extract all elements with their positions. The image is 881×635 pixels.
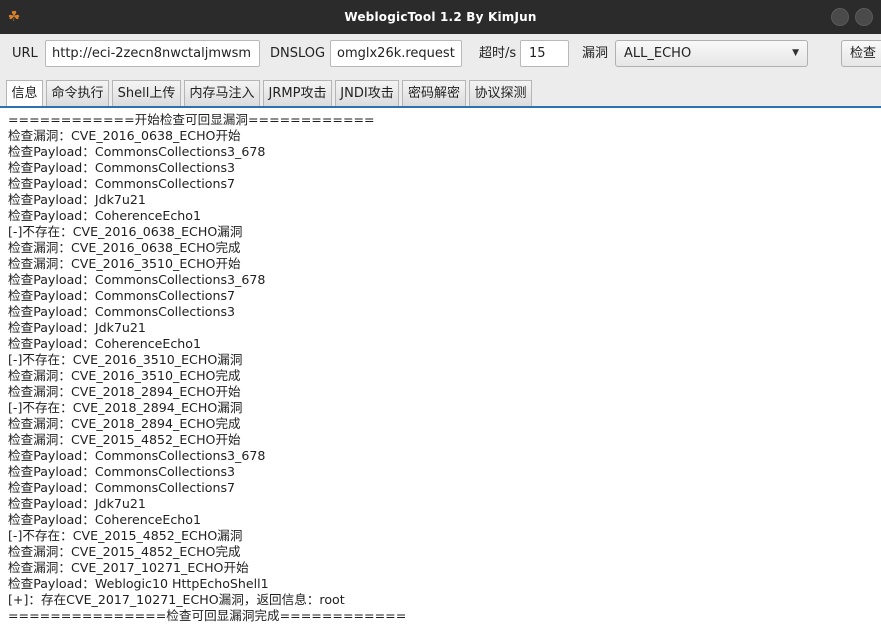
log-line: [-]不存在：CVE_2016_3510_ECHO漏洞: [8, 352, 243, 367]
log-line: [+]：存在CVE_2017_10271_ECHO漏洞，返回信息：root: [8, 592, 345, 607]
toolbar: URL http://eci-2zecn8nwctaljmwsm DNSLOG …: [0, 34, 881, 74]
log-line: 检查Payload：CommonsCollections7: [8, 288, 236, 303]
tab-password-decrypt[interactable]: 密码解密: [402, 80, 466, 106]
log-line: 检查漏洞：CVE_2016_0638_ECHO开始: [8, 128, 241, 143]
log-line: 检查Payload：CommonsCollections3_678: [8, 144, 266, 159]
log-line: 检查漏洞：CVE_2015_4852_ECHO开始: [8, 432, 241, 447]
log-line: [-]不存在：CVE_2016_0638_ECHO漏洞: [8, 224, 243, 239]
window-title: WeblogicTool 1.2 By KimJun: [344, 10, 537, 24]
timeout-label: 超时/s: [479, 46, 517, 61]
log-line: 检查漏洞：CVE_2017_10271_ECHO开始: [8, 560, 249, 575]
log-line: 检查漏洞：CVE_2018_2894_ECHO开始: [8, 384, 241, 399]
url-input[interactable]: http://eci-2zecn8nwctaljmwsm: [45, 40, 260, 67]
minimize-button[interactable]: [831, 8, 849, 26]
log-line: ============开始检查可回显漏洞============: [8, 112, 375, 127]
tab-memshell-inject[interactable]: 内存马注入: [184, 80, 260, 106]
log-line: 检查Payload：Jdk7u21: [8, 496, 146, 511]
dnslog-input[interactable]: omglx26k.request: [330, 40, 462, 67]
log-line: 检查Payload：CoherenceEcho1: [8, 512, 202, 527]
log-line: 检查漏洞：CVE_2018_2894_ECHO完成: [8, 416, 241, 431]
log-line: 检查Payload：Weblogic10 HttpEchoShell1: [8, 576, 269, 591]
tab-jndi-attack[interactable]: JNDI攻击: [335, 80, 399, 106]
check-button[interactable]: 检查: [841, 40, 881, 67]
tab-info[interactable]: 信息: [6, 80, 43, 106]
log-line: [-]不存在：CVE_2018_2894_ECHO漏洞: [8, 400, 243, 415]
vuln-label: 漏洞: [582, 46, 609, 61]
tab-command-exec[interactable]: 命令执行: [46, 80, 109, 106]
log-line: 检查Payload：CommonsCollections3_678: [8, 448, 266, 463]
log-line: 检查Payload：Jdk7u21: [8, 192, 146, 207]
log-line: 检查漏洞：CVE_2016_3510_ECHO开始: [8, 256, 241, 271]
vuln-select-value: ALL_ECHO: [624, 46, 692, 61]
log-line: 检查Payload：CommonsCollections7: [8, 176, 236, 191]
log-line: 检查Payload：CommonsCollections3: [8, 160, 236, 175]
dnslog-label: DNSLOG: [270, 46, 326, 61]
log-output[interactable]: ============开始检查可回显漏洞============ 检查漏洞：CV…: [0, 108, 881, 635]
log-line: 检查Payload：CommonsCollections3: [8, 304, 236, 319]
title-bar: ☘ WeblogicTool 1.2 By KimJun: [0, 0, 881, 34]
log-line: 检查Payload：Jdk7u21: [8, 320, 146, 335]
log-line: 检查Payload：CoherenceEcho1: [8, 208, 202, 223]
tab-jrmp-attack[interactable]: JRMP攻击: [263, 80, 332, 106]
maximize-button[interactable]: [855, 8, 873, 26]
log-line: 检查漏洞：CVE_2015_4852_ECHO完成: [8, 544, 241, 559]
timeout-input[interactable]: 15: [520, 40, 569, 67]
log-line: 检查Payload：CommonsCollections3_678: [8, 272, 266, 287]
chevron-down-icon: ▼: [792, 48, 799, 58]
vuln-select[interactable]: ALL_ECHO ▼: [615, 40, 808, 67]
log-line: 检查漏洞：CVE_2016_3510_ECHO完成: [8, 368, 241, 383]
log-line: ===============检查可回显漏洞完成============: [8, 608, 407, 623]
tab-protocol-detect[interactable]: 协议探测: [469, 80, 532, 106]
log-line: 检查Payload：CommonsCollections7: [8, 480, 236, 495]
url-label: URL: [12, 46, 38, 61]
log-line: 检查Payload：CommonsCollections3: [8, 464, 236, 479]
log-line: 检查漏洞：CVE_2016_0638_ECHO完成: [8, 240, 241, 255]
tab-bar: 信息 命令执行 Shell上传 内存马注入 JRMP攻击 JNDI攻击 密码解密…: [0, 74, 881, 108]
tab-shell-upload[interactable]: Shell上传: [112, 80, 181, 106]
log-line: 检查Payload：CoherenceEcho1: [8, 336, 202, 351]
log-line: [-]不存在：CVE_2015_4852_ECHO漏洞: [8, 528, 243, 543]
